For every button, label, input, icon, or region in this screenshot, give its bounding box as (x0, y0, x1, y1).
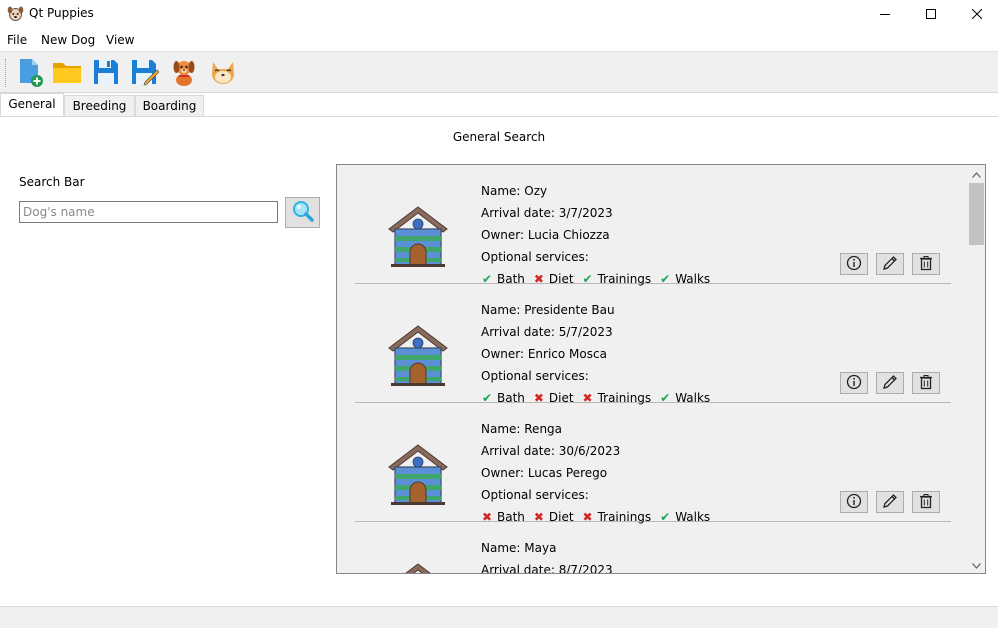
dog-arrival-date: Arrival date: 30/6/2023 (481, 444, 621, 458)
trash-icon (918, 493, 934, 512)
minimize-button[interactable] (862, 0, 908, 29)
status-bar (0, 606, 998, 628)
dog-owner: Owner: Enrico Mosca (481, 347, 607, 361)
info-button[interactable] (840, 372, 868, 394)
search-input[interactable] (19, 201, 278, 223)
pencil-icon (882, 493, 898, 512)
dog-button[interactable] (168, 57, 200, 89)
dog-arrival-date: Arrival date: 8/7/2023 (481, 563, 613, 574)
dog-face-icon (7, 5, 24, 22)
menu-file[interactable]: File (7, 33, 27, 47)
dog-name: Name: Presidente Bau (481, 303, 615, 317)
info-button[interactable] (840, 253, 868, 275)
toolbar-grip[interactable] (5, 59, 8, 87)
dog-arrival-date: Arrival date: 3/7/2023 (481, 206, 613, 220)
delete-button[interactable] (912, 491, 940, 513)
tab-boarding[interactable]: Boarding (135, 95, 204, 117)
dog-house-icon (387, 205, 449, 267)
info-button[interactable] (840, 491, 868, 513)
tab-bar: General Breeding Boarding (0, 93, 998, 117)
maximize-icon (926, 8, 936, 22)
close-button[interactable] (954, 0, 998, 29)
save-as-icon (131, 58, 160, 89)
title-bar: Qt Puppies (0, 0, 998, 29)
search-icon (291, 199, 315, 226)
dog-list[interactable]: Name: Ozy Arrival date: 3/7/2023 Owner: Lu… (336, 164, 986, 574)
pencil-icon (882, 255, 898, 274)
tab-breeding[interactable]: Breeding (64, 95, 135, 117)
edit-button[interactable] (876, 253, 904, 275)
pencil-icon (882, 374, 898, 393)
menu-view[interactable]: View (106, 33, 134, 47)
save-icon (93, 59, 119, 88)
save-as-button[interactable] (129, 57, 161, 89)
dog-card: Name: Presidente Bau Arrival date: 5/7/20… (355, 284, 951, 405)
dog-owner: Owner: Lucia Chiozza (481, 228, 610, 242)
edit-button[interactable] (876, 372, 904, 394)
window-title: Qt Puppies (29, 6, 94, 20)
dog-owner: Owner: Lucas Perego (481, 466, 608, 480)
close-icon (971, 8, 983, 22)
chevron-down-icon (972, 558, 981, 572)
dog-arrival-date: Arrival date: 5/7/2023 (481, 325, 613, 339)
scroll-down-button[interactable] (968, 556, 985, 573)
edit-button[interactable] (876, 491, 904, 513)
dog-icon (171, 57, 197, 90)
menu-new-dog[interactable]: New Dog (41, 33, 95, 47)
chevron-up-icon (972, 167, 981, 181)
toolbar (0, 51, 998, 93)
dog-house-icon (387, 324, 449, 386)
optional-services-label: Optional services: (481, 369, 589, 383)
delete-button[interactable] (912, 253, 940, 275)
search-button[interactable] (285, 197, 320, 228)
scroll-thumb[interactable] (969, 183, 984, 245)
open-folder-button[interactable] (51, 57, 83, 89)
delete-button[interactable] (912, 372, 940, 394)
dog-name: Name: Renga (481, 422, 563, 436)
optional-services-label: Optional services: (481, 488, 589, 502)
dog-name: Name: Maya (481, 541, 557, 555)
dog-card: Name: Renga Arrival date: 30/6/2023 Owner:… (355, 403, 951, 524)
tab-general[interactable]: General (0, 93, 64, 117)
dog-list-scrollbar[interactable] (968, 165, 985, 573)
new-file-button[interactable] (14, 57, 46, 89)
menu-bar: File New Dog View (0, 29, 998, 51)
info-icon (846, 493, 862, 512)
shiba-dog-icon (209, 58, 237, 89)
dog-card: Name: Maya Arrival date: 8/7/2023 (355, 522, 951, 574)
info-icon (846, 374, 862, 393)
dog-house-icon (387, 562, 449, 573)
maximize-button[interactable] (908, 0, 954, 29)
dog-card: Name: Ozy Arrival date: 3/7/2023 Owner: Lu… (355, 165, 951, 286)
shiba-dog-button[interactable] (207, 57, 239, 89)
search-label: Search Bar (19, 175, 85, 189)
trash-icon (918, 255, 934, 274)
dog-name: Name: Ozy (481, 184, 548, 198)
open-folder-icon (52, 59, 82, 88)
scroll-up-button[interactable] (968, 165, 985, 182)
save-button[interactable] (90, 57, 122, 89)
section-title: General Search (452, 130, 546, 144)
minimize-icon (880, 8, 890, 22)
new-file-icon (16, 57, 44, 90)
dog-house-icon (387, 443, 449, 505)
info-icon (846, 255, 862, 274)
optional-services-label: Optional services: (481, 250, 589, 264)
general-tab-panel: General Search Search Bar Name: Ozy Arriv… (0, 116, 998, 606)
trash-icon (918, 374, 934, 393)
